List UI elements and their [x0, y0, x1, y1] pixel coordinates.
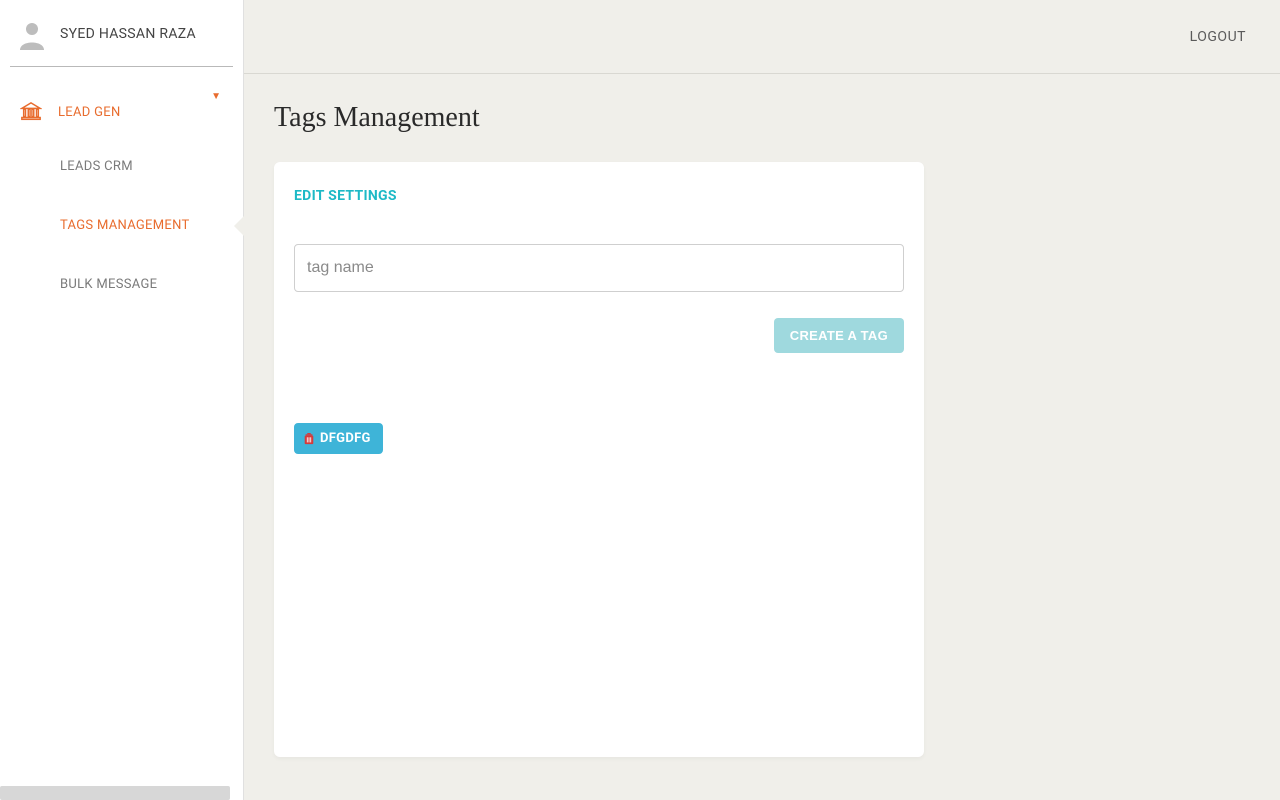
- avatar-icon: [16, 18, 48, 50]
- button-row: CREATE A TAG: [294, 318, 904, 353]
- sidebar-item-bulk-message[interactable]: BULK MESSAGE: [0, 255, 243, 314]
- create-tag-button[interactable]: CREATE A TAG: [774, 318, 904, 353]
- bank-icon: [20, 101, 42, 123]
- tag-chip[interactable]: DFGDFG: [294, 423, 383, 454]
- divider: [10, 66, 233, 67]
- tag-list: DFGDFG: [294, 423, 904, 454]
- tag-chip-label: DFGDFG: [320, 431, 371, 446]
- tag-name-input[interactable]: [294, 244, 904, 292]
- user-name: SYED HASSAN RAZA: [60, 26, 196, 42]
- user-block: SYED HASSAN RAZA: [0, 0, 243, 66]
- nav-parent-label: LEAD GEN: [58, 105, 227, 120]
- sidebar-item-label: BULK MESSAGE: [60, 277, 157, 292]
- caret-down-icon: ▼: [211, 91, 221, 102]
- sidebar-item-label: TAGS MANAGEMENT: [60, 218, 190, 233]
- main: LOGOUT Tags Management EDIT SETTINGS CRE…: [244, 0, 1280, 800]
- topbar: LOGOUT: [244, 0, 1280, 74]
- sidebar: SYED HASSAN RAZA LEAD GEN ▼ LEADS CRM TA…: [0, 0, 244, 800]
- logout-link[interactable]: LOGOUT: [1190, 29, 1246, 45]
- sidebar-item-leads-crm[interactable]: LEADS CRM: [0, 137, 243, 196]
- nav-parent-lead-gen[interactable]: LEAD GEN ▼: [0, 87, 243, 137]
- sidebar-item-tags-management[interactable]: TAGS MANAGEMENT: [0, 196, 243, 255]
- settings-card: EDIT SETTINGS CREATE A TAG: [274, 162, 924, 757]
- content: Tags Management EDIT SETTINGS CREATE A T…: [244, 74, 1280, 800]
- card-subtitle: EDIT SETTINGS: [294, 188, 904, 204]
- sidebar-item-label: LEADS CRM: [60, 159, 133, 174]
- page-title: Tags Management: [274, 102, 1250, 134]
- trash-icon[interactable]: [302, 432, 316, 446]
- horizontal-scrollbar[interactable]: [0, 786, 230, 800]
